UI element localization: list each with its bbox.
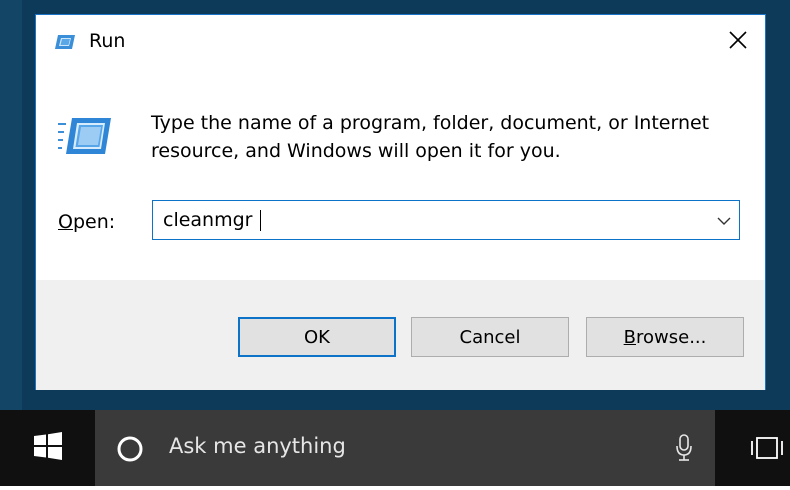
run-dialog: Run Type the name of a program, folder, … [35,14,766,390]
task-view-icon [745,437,790,490]
dialog-footer: OK Cancel Browse... [36,280,765,390]
title-bar[interactable]: Run [36,15,765,69]
browse-mnemonic: B [623,326,636,348]
run-large-icon [58,116,112,156]
text-caret [260,210,261,231]
open-label-mnemonic: O [58,211,73,233]
open-label: Open: [58,211,115,233]
microphone-icon[interactable] [675,434,693,462]
desktop-edge [0,0,22,410]
search-placeholder: Ask me anything [169,434,346,458]
browse-label: rowse... [636,326,707,348]
taskbar: Ask me anything [0,410,790,486]
chevron-down-icon[interactable] [717,213,731,227]
close-icon [729,31,747,53]
cortana-search-box[interactable]: Ask me anything [95,410,715,486]
open-label-text: pen: [72,211,116,233]
run-icon [54,34,76,50]
browse-button[interactable]: Browse... [586,317,744,357]
open-input[interactable] [163,201,703,239]
close-button[interactable] [721,25,755,59]
windows-logo-icon [33,432,62,464]
cancel-button[interactable]: Cancel [411,317,569,357]
cortana-icon [117,436,143,462]
dialog-description: Type the name of a program, folder, docu… [151,112,710,162]
start-button[interactable] [0,410,95,486]
open-combobox[interactable] [152,200,740,240]
ok-button[interactable]: OK [238,317,396,357]
window-title: Run [89,30,126,52]
task-view-button[interactable] [745,410,790,486]
